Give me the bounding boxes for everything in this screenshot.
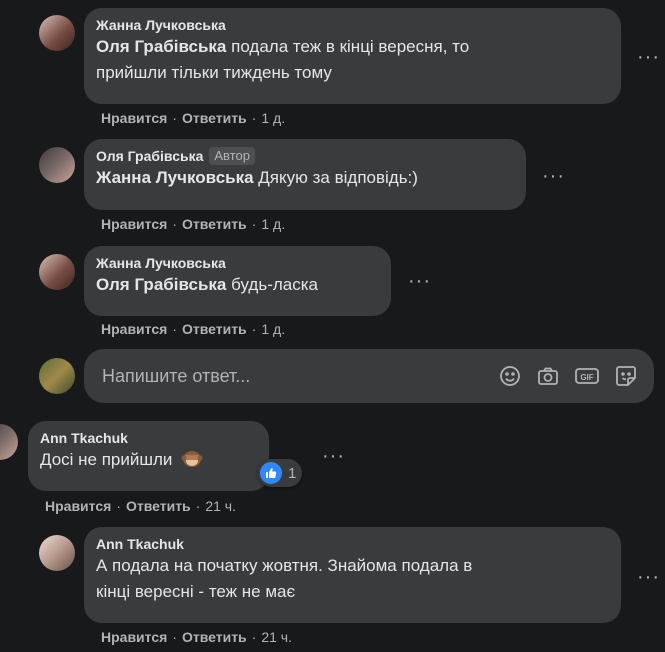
comment-text: Оля Грабівська будь-ласка bbox=[96, 275, 319, 294]
separator: · bbox=[195, 498, 201, 514]
separator: · bbox=[172, 216, 177, 232]
comment-text: Досі не прийшли bbox=[40, 447, 257, 473]
mention-link[interactable]: Оля Грабівська bbox=[96, 275, 226, 294]
more-options-icon[interactable]: ··· bbox=[542, 166, 565, 186]
reaction-summary[interactable]: 1 bbox=[258, 459, 303, 487]
camera-icon[interactable] bbox=[536, 364, 560, 388]
comment-author[interactable]: Жанна Лучковська bbox=[96, 254, 379, 272]
reply-button[interactable]: Ответить bbox=[126, 498, 191, 514]
reply-button[interactable]: Ответить bbox=[182, 629, 247, 645]
comment-timestamp[interactable]: 1 д. bbox=[261, 321, 285, 337]
comment-timestamp[interactable]: 1 д. bbox=[261, 216, 285, 232]
like-reaction-icon bbox=[260, 462, 282, 484]
separator: · bbox=[172, 321, 177, 337]
like-button[interactable]: Нравится bbox=[101, 110, 167, 126]
separator: · bbox=[251, 321, 257, 337]
avatar[interactable] bbox=[39, 147, 75, 183]
like-button[interactable]: Нравится bbox=[101, 629, 167, 645]
mention-link[interactable]: Оля Грабівська bbox=[96, 37, 226, 56]
emoji-icon[interactable] bbox=[498, 364, 522, 388]
svg-text:GIF: GIF bbox=[580, 373, 593, 382]
reply-composer: GIF bbox=[84, 349, 654, 403]
separator: · bbox=[251, 110, 257, 126]
like-button[interactable]: Нравится bbox=[45, 498, 111, 514]
reply-input[interactable] bbox=[100, 364, 498, 388]
more-options-icon[interactable]: ··· bbox=[322, 446, 345, 466]
separator: · bbox=[251, 216, 257, 232]
avatar[interactable] bbox=[39, 254, 75, 290]
like-button[interactable]: Нравится bbox=[101, 216, 167, 232]
reply-button[interactable]: Ответить bbox=[182, 216, 247, 232]
see-no-evil-monkey-icon bbox=[181, 451, 203, 467]
comment-timestamp[interactable]: 1 д. bbox=[261, 110, 285, 126]
separator: · bbox=[251, 629, 257, 645]
reply-toolbar: GIF bbox=[498, 364, 638, 388]
comment-bubble: Жанна Лучковська Оля Грабівська будь-лас… bbox=[84, 246, 391, 316]
comment-bubble: Ann Tkachuk Досі не прийшли bbox=[28, 421, 269, 491]
comment-actions: Нравится · Ответить · 1 д. bbox=[101, 321, 285, 337]
more-options-icon[interactable]: ··· bbox=[637, 567, 660, 587]
comment-text: А подала на початку жовтня. Знайома пода… bbox=[96, 556, 473, 601]
comment-bubble: Жанна Лучковська Оля Грабівська подала т… bbox=[84, 8, 621, 104]
comment-author[interactable]: Ann Tkachuk bbox=[96, 535, 609, 553]
avatar[interactable] bbox=[39, 535, 75, 571]
reaction-count: 1 bbox=[288, 464, 297, 482]
separator: · bbox=[116, 498, 121, 514]
comment-text: Жанна Лучковська Дякую за відповідь:) bbox=[96, 168, 418, 187]
avatar[interactable] bbox=[39, 15, 75, 51]
comment-bubble: Оля Грабівська Автор Жанна Лучковська Дя… bbox=[84, 139, 526, 210]
comment-author[interactable]: Оля Грабівська Автор bbox=[96, 147, 514, 165]
mention-link[interactable]: Жанна Лучковська bbox=[96, 168, 254, 187]
separator: · bbox=[172, 110, 177, 126]
reply-button[interactable]: Ответить bbox=[182, 321, 247, 337]
author-badge: Автор bbox=[209, 147, 255, 165]
more-options-icon[interactable]: ··· bbox=[408, 271, 431, 291]
comment-actions: Нравится · Ответить · 1 д. bbox=[101, 110, 285, 126]
comment-text: Оля Грабівська подала теж в кінці вересн… bbox=[96, 37, 470, 82]
comment-actions: Нравится · Ответить · 21 ч. bbox=[101, 629, 292, 645]
current-user-avatar[interactable] bbox=[39, 358, 75, 394]
comment-actions: Нравится · Ответить · 1 д. bbox=[101, 216, 285, 232]
comment-actions: Нравится · Ответить · 21 ч. bbox=[45, 498, 236, 514]
comment-timestamp[interactable]: 21 ч. bbox=[205, 498, 236, 514]
sticker-icon[interactable] bbox=[614, 364, 638, 388]
reply-button[interactable]: Ответить bbox=[182, 110, 247, 126]
more-options-icon[interactable]: ··· bbox=[637, 47, 660, 67]
comment-timestamp[interactable]: 21 ч. bbox=[261, 629, 292, 645]
avatar[interactable] bbox=[0, 424, 18, 460]
comment-author[interactable]: Ann Tkachuk bbox=[40, 429, 257, 447]
gif-icon[interactable]: GIF bbox=[574, 364, 600, 388]
comment-author[interactable]: Жанна Лучковська bbox=[96, 16, 609, 34]
separator: · bbox=[172, 629, 177, 645]
like-button[interactable]: Нравится bbox=[101, 321, 167, 337]
comment-bubble: Ann Tkachuk А подала на початку жовтня. … bbox=[84, 527, 621, 623]
